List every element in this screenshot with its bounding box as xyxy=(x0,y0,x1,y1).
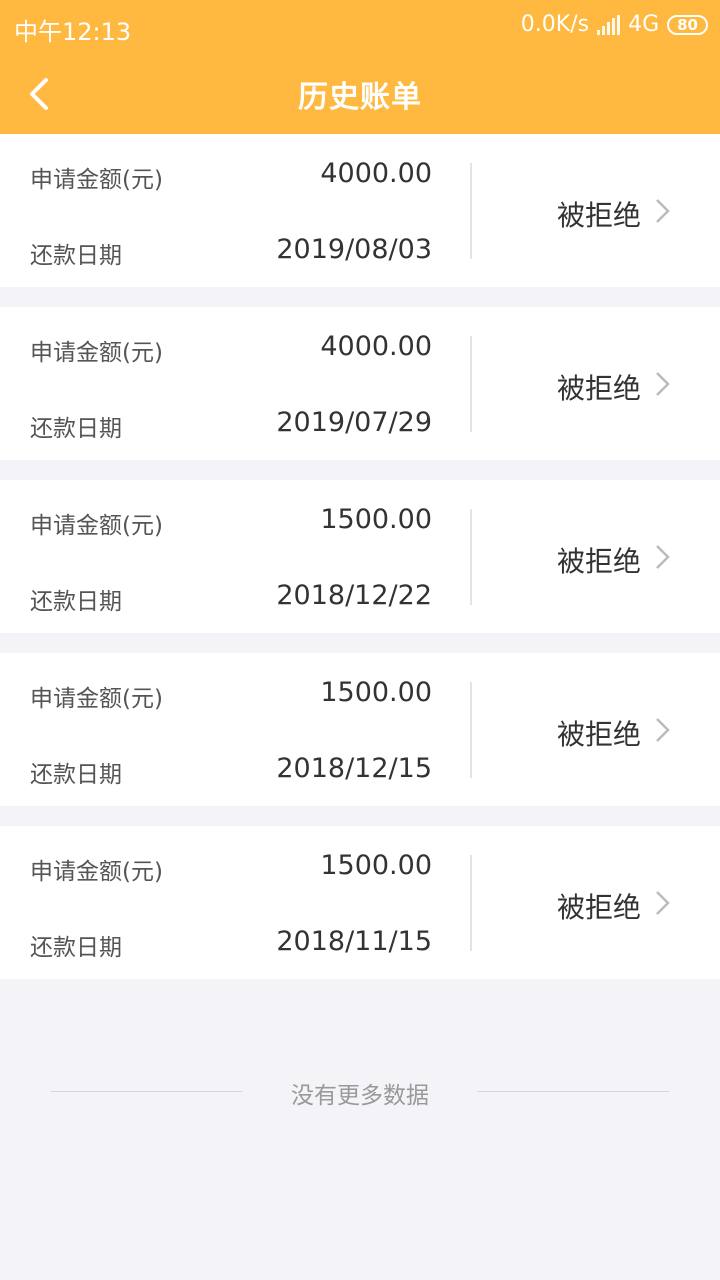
date-value: 2019/07/29 xyxy=(276,407,432,438)
battery-icon: 80 xyxy=(667,14,708,35)
bill-item[interactable]: 申请金额(元) 4000.00 还款日期 2019/08/03 被拒绝 xyxy=(0,134,720,287)
amount-value: 1500.00 xyxy=(320,677,432,708)
amount-value: 4000.00 xyxy=(320,158,432,189)
chevron-right-icon xyxy=(656,891,670,915)
chevron-right-icon xyxy=(656,372,670,396)
no-more-data: 没有更多数据 xyxy=(0,1076,720,1109)
divider-line xyxy=(477,1091,669,1092)
divider xyxy=(470,855,472,951)
chevron-right-icon xyxy=(656,545,670,569)
amount-label: 申请金额(元) xyxy=(30,167,163,193)
amount-label: 申请金额(元) xyxy=(30,340,163,366)
bill-item[interactable]: 申请金额(元) 4000.00 还款日期 2019/07/29 被拒绝 xyxy=(0,307,720,460)
date-value: 2018/12/15 xyxy=(276,753,432,784)
status-text: 被拒绝 xyxy=(557,372,642,405)
bill-list: 申请金额(元) 4000.00 还款日期 2019/08/03 被拒绝 申请金额… xyxy=(0,134,720,999)
date-value: 2018/12/22 xyxy=(276,580,432,611)
date-label: 还款日期 xyxy=(30,416,122,442)
status-text: 被拒绝 xyxy=(557,891,642,924)
amount-label: 申请金额(元) xyxy=(30,859,163,885)
divider xyxy=(470,682,472,778)
status-time: 中午12:13 xyxy=(14,18,132,46)
bill-item[interactable]: 申请金额(元) 1500.00 还款日期 2018/12/22 被拒绝 xyxy=(0,480,720,633)
status-indicators: 0.0K/s 4G 80 xyxy=(521,12,708,37)
nav-header: 历史账单 xyxy=(0,54,720,134)
date-label: 还款日期 xyxy=(30,243,122,269)
chevron-right-icon xyxy=(656,199,670,223)
no-more-text: 没有更多数据 xyxy=(291,1083,429,1109)
date-value: 2019/08/03 xyxy=(276,234,432,265)
date-label: 还款日期 xyxy=(30,589,122,615)
amount-label: 申请金额(元) xyxy=(30,513,163,539)
divider xyxy=(470,336,472,432)
network-speed: 0.0K/s xyxy=(520,12,590,37)
chevron-right-icon xyxy=(656,718,670,742)
date-label: 还款日期 xyxy=(30,935,122,961)
bill-item[interactable]: 申请金额(元) 1500.00 还款日期 2018/11/15 被拒绝 xyxy=(0,826,720,979)
signal-icon xyxy=(597,14,621,35)
divider xyxy=(470,163,472,259)
status-text: 被拒绝 xyxy=(557,199,642,232)
amount-label: 申请金额(元) xyxy=(30,686,163,712)
divider xyxy=(470,509,472,605)
date-label: 还款日期 xyxy=(30,762,122,788)
amount-value: 1500.00 xyxy=(320,850,432,881)
page-title: 历史账单 xyxy=(298,80,422,115)
date-value: 2018/11/15 xyxy=(276,926,432,957)
status-bar: 中午12:13 0.0K/s 4G 80 xyxy=(0,0,720,54)
amount-value: 1500.00 xyxy=(320,504,432,535)
network-type: 4G xyxy=(628,12,660,37)
status-text: 被拒绝 xyxy=(557,718,642,751)
amount-value: 4000.00 xyxy=(320,331,432,362)
status-text: 被拒绝 xyxy=(557,545,642,578)
bill-item[interactable]: 申请金额(元) 1500.00 还款日期 2018/12/15 被拒绝 xyxy=(0,653,720,806)
